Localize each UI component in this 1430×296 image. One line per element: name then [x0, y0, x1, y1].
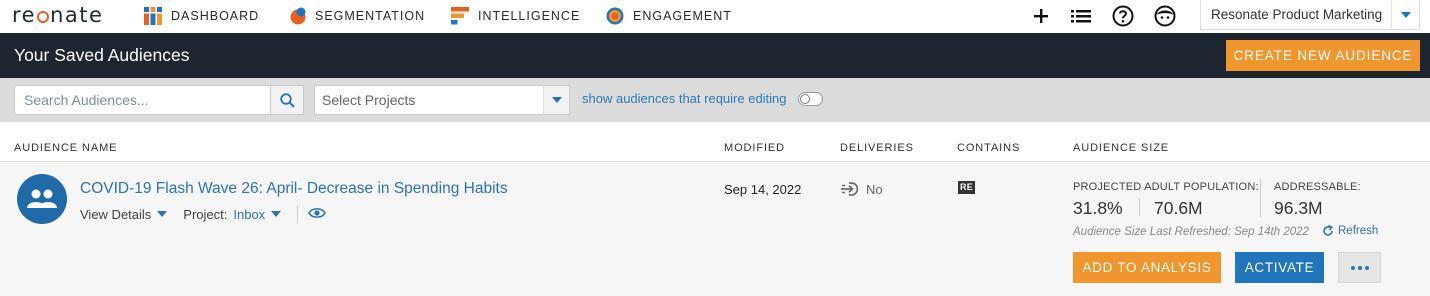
- refresh-label: Refresh: [1338, 225, 1379, 237]
- divider: [1260, 179, 1261, 217]
- column-audience-size[interactable]: AUDIENCE SIZE: [1073, 142, 1169, 154]
- project-label: Project:: [183, 206, 228, 222]
- column-contains[interactable]: CONTAINS: [957, 142, 1020, 154]
- dashboard-icon: [144, 7, 162, 25]
- editing-filter-label[interactable]: show audiences that require editing: [582, 91, 787, 106]
- refresh-link[interactable]: Refresh: [1322, 225, 1378, 237]
- refresh-icon: [1322, 225, 1334, 237]
- column-audience-name[interactable]: AUDIENCE NAME: [14, 142, 117, 154]
- search-input[interactable]: [15, 86, 270, 114]
- more-dots-icon: [1357, 265, 1362, 270]
- chevron-down-icon[interactable]: [543, 86, 569, 114]
- chevron-down-icon[interactable]: [1391, 0, 1419, 29]
- chevron-down-icon: [157, 210, 168, 217]
- search-icon[interactable]: [270, 86, 303, 114]
- segmentation-icon: [288, 7, 306, 25]
- toggle-knob: [800, 94, 810, 104]
- divider: [297, 205, 299, 223]
- projected-population-label: PROJECTED ADULT POPULATION:: [1073, 181, 1259, 193]
- divider: [1139, 198, 1140, 216]
- top-nav: re nate DASHBOARD SEGMENTATION INTELLIGEN…: [0, 0, 1430, 33]
- add-to-analysis-button[interactable]: ADD TO ANALYSIS: [1073, 252, 1221, 283]
- project-select[interactable]: Select Projects: [314, 85, 570, 115]
- project-dropdown[interactable]: Inbox: [227, 206, 282, 222]
- help-icon[interactable]: [1112, 5, 1134, 27]
- nav-intelligence[interactable]: INTELLIGENCE: [451, 5, 580, 27]
- deliveries-status: No: [840, 181, 883, 197]
- filter-bar: Select Projects show audiences that requ…: [0, 78, 1430, 122]
- chevron-down-icon: [271, 210, 282, 217]
- resonate-logo[interactable]: re nate: [12, 3, 103, 27]
- last-refreshed-text: Audience Size Last Refreshed: Sep 14th 2…: [1073, 226, 1309, 238]
- more-options-button[interactable]: [1338, 252, 1381, 283]
- view-details-label: View Details: [80, 206, 152, 222]
- activate-button[interactable]: ACTIVATE: [1235, 252, 1324, 283]
- addressable-label: ADDRESSABLE:: [1274, 181, 1361, 193]
- column-deliveries[interactable]: DELIVERIES: [840, 142, 914, 154]
- nav-engagement[interactable]: ENGAGEMENT: [606, 5, 732, 27]
- table-row: COVID-19 Flash Wave 26: April- Decrease …: [0, 162, 1430, 296]
- account-name: Resonate Product Marketing: [1211, 7, 1383, 22]
- list-icon[interactable]: [1070, 5, 1092, 27]
- eye-icon[interactable]: [308, 207, 327, 222]
- create-new-audience-button[interactable]: CREATE NEW AUDIENCE: [1226, 40, 1420, 71]
- account-select[interactable]: Resonate Product Marketing: [1200, 0, 1420, 30]
- more-dots-icon: [1364, 265, 1369, 270]
- user-icon[interactable]: [1154, 5, 1176, 27]
- search-box: [14, 85, 304, 115]
- project-select-label: Select Projects: [322, 92, 416, 108]
- more-dots-icon: [1350, 265, 1355, 270]
- contains-badge: RE: [958, 181, 975, 194]
- intelligence-icon: [451, 7, 469, 25]
- page-title: Your Saved Audiences: [14, 45, 190, 65]
- column-modified[interactable]: MODIFIED: [724, 142, 785, 154]
- editing-toggle[interactable]: [798, 92, 823, 106]
- nav-segmentation[interactable]: SEGMENTATION: [288, 5, 425, 27]
- engagement-icon: [606, 7, 624, 25]
- nav-dashboard[interactable]: DASHBOARD: [144, 5, 259, 27]
- modified-date: Sep 14, 2022: [724, 182, 802, 197]
- project-value: Inbox: [233, 206, 266, 222]
- projected-percent: 31.8%: [1073, 198, 1123, 218]
- addressable-value: 96.3M: [1274, 198, 1323, 218]
- audience-group-icon: [17, 174, 67, 224]
- table-header: AUDIENCE NAME MODIFIED DELIVERIES CONTAI…: [0, 122, 1430, 162]
- deliveries-value: No: [866, 181, 883, 197]
- audience-meta: View Details Project: Inbox: [80, 205, 327, 223]
- view-details-toggle[interactable]: View Details: [80, 206, 168, 222]
- delivery-icon: [840, 181, 860, 197]
- page-header: Your Saved Audiences CREATE NEW AUDIENCE: [0, 33, 1430, 78]
- projected-count: 70.6M: [1154, 198, 1203, 218]
- plus-icon[interactable]: [1030, 5, 1052, 27]
- logo-o-icon: [37, 11, 50, 23]
- audience-name-link[interactable]: COVID-19 Flash Wave 26: April- Decrease …: [80, 180, 508, 198]
